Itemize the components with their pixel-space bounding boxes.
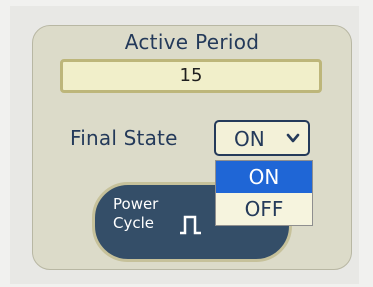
power-cycle-label: Power Cycle [113,195,158,233]
final-state-selected-value: ON [234,127,265,151]
final-state-label: Final State [70,126,178,150]
final-state-option-off[interactable]: OFF [216,193,312,225]
power-cycle-label-line1: Power [113,195,159,213]
final-state-option-on[interactable]: ON [216,161,312,193]
active-period-label: Active Period [124,30,260,54]
power-cycle-label-line2: Cycle [113,214,154,232]
final-state-dropdown-list: ON OFF [215,160,313,226]
chevron-down-icon [286,130,300,149]
pulse-icon [179,212,203,240]
active-period-input[interactable]: 15 [60,59,322,93]
final-state-select[interactable]: ON [214,120,310,156]
